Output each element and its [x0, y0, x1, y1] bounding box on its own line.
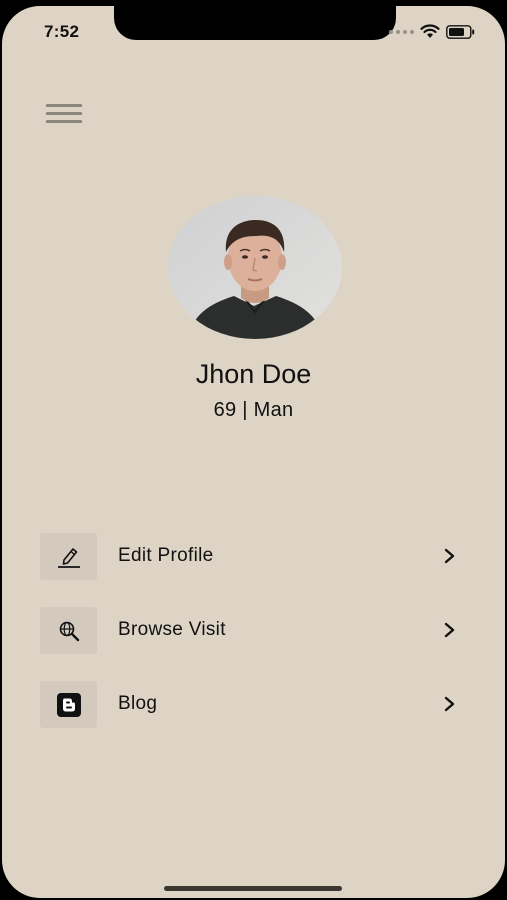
battery-icon [446, 24, 475, 39]
wifi-icon [420, 24, 440, 38]
menu-icon-box [40, 681, 97, 728]
menu-icon-box [40, 533, 97, 580]
profile-menu-list: Edit Profile Browse Visit Blog [40, 533, 464, 755]
menu-item-label: Edit Profile [118, 545, 214, 566]
menu-item-blog[interactable]: Blog [40, 681, 464, 728]
phone-screen: 7:52 Jhon Doe 69 | Man Edit Profile Brow… [2, 6, 505, 898]
chevron-right-icon [444, 696, 455, 712]
hamburger-menu-button[interactable] [46, 104, 82, 132]
chevron-right-icon [444, 548, 455, 564]
menu-item-edit-profile[interactable]: Edit Profile [40, 533, 464, 580]
profile-avatar[interactable] [168, 196, 342, 339]
status-time: 7:52 [44, 22, 80, 41]
chevron-right-icon [444, 622, 455, 638]
hamburger-line [46, 104, 82, 107]
cellular-signal-icon [389, 29, 414, 34]
pencil-icon [57, 547, 80, 568]
menu-item-label: Browse Visit [118, 619, 226, 640]
camera-notch [114, 6, 396, 40]
menu-icon-box [40, 607, 97, 654]
hamburger-line [46, 120, 82, 123]
status-indicators [389, 24, 475, 39]
profile-age-gender: 69 | Man [213, 399, 294, 421]
home-indicator[interactable] [164, 886, 342, 891]
globe-search-icon [59, 621, 79, 641]
profile-name: Jhon Doe [195, 359, 312, 389]
menu-item-label: Blog [118, 693, 158, 714]
blogger-icon [56, 692, 81, 717]
menu-item-browse-visit[interactable]: Browse Visit [40, 607, 464, 654]
hamburger-line [46, 112, 82, 115]
